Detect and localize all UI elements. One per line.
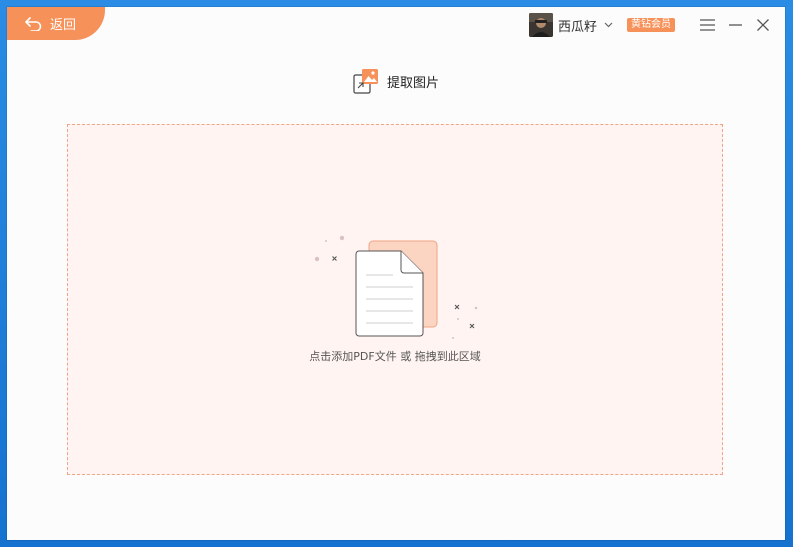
close-button[interactable] (749, 11, 777, 39)
file-drop-zone[interactable]: 点击添加PDF文件 或 拖拽到此区域 (67, 124, 723, 475)
avatar-image (528, 13, 553, 37)
menu-button[interactable] (693, 11, 721, 39)
page-title: 提取图片 (386, 75, 439, 91)
minimize-button[interactable] (721, 11, 749, 39)
document-illustration-icon (314, 235, 478, 339)
hamburger-icon (699, 19, 715, 31)
back-arrow-icon (25, 16, 42, 31)
username[interactable]: 西瓜籽 (558, 16, 597, 35)
vip-badge[interactable]: 黄钻会员 (627, 18, 675, 32)
minimize-icon (728, 24, 742, 26)
app-window: 返回 西瓜籽 黄钻会员 提取图片 点击添加PDF文件 或 拖拽到此区域 (7, 7, 785, 540)
chevron-down-icon[interactable] (604, 22, 613, 28)
close-icon (757, 19, 769, 31)
page-title-row: 提取图片 (7, 68, 785, 94)
topbar-right: 西瓜籽 黄钻会员 (528, 10, 785, 40)
back-label: 返回 (50, 18, 77, 33)
avatar[interactable] (528, 13, 553, 37)
drop-hint: 点击添加PDF文件 或 拖拽到此区域 (309, 350, 481, 363)
extract-image-icon (353, 69, 378, 94)
back-button[interactable]: 返回 (7, 7, 105, 40)
